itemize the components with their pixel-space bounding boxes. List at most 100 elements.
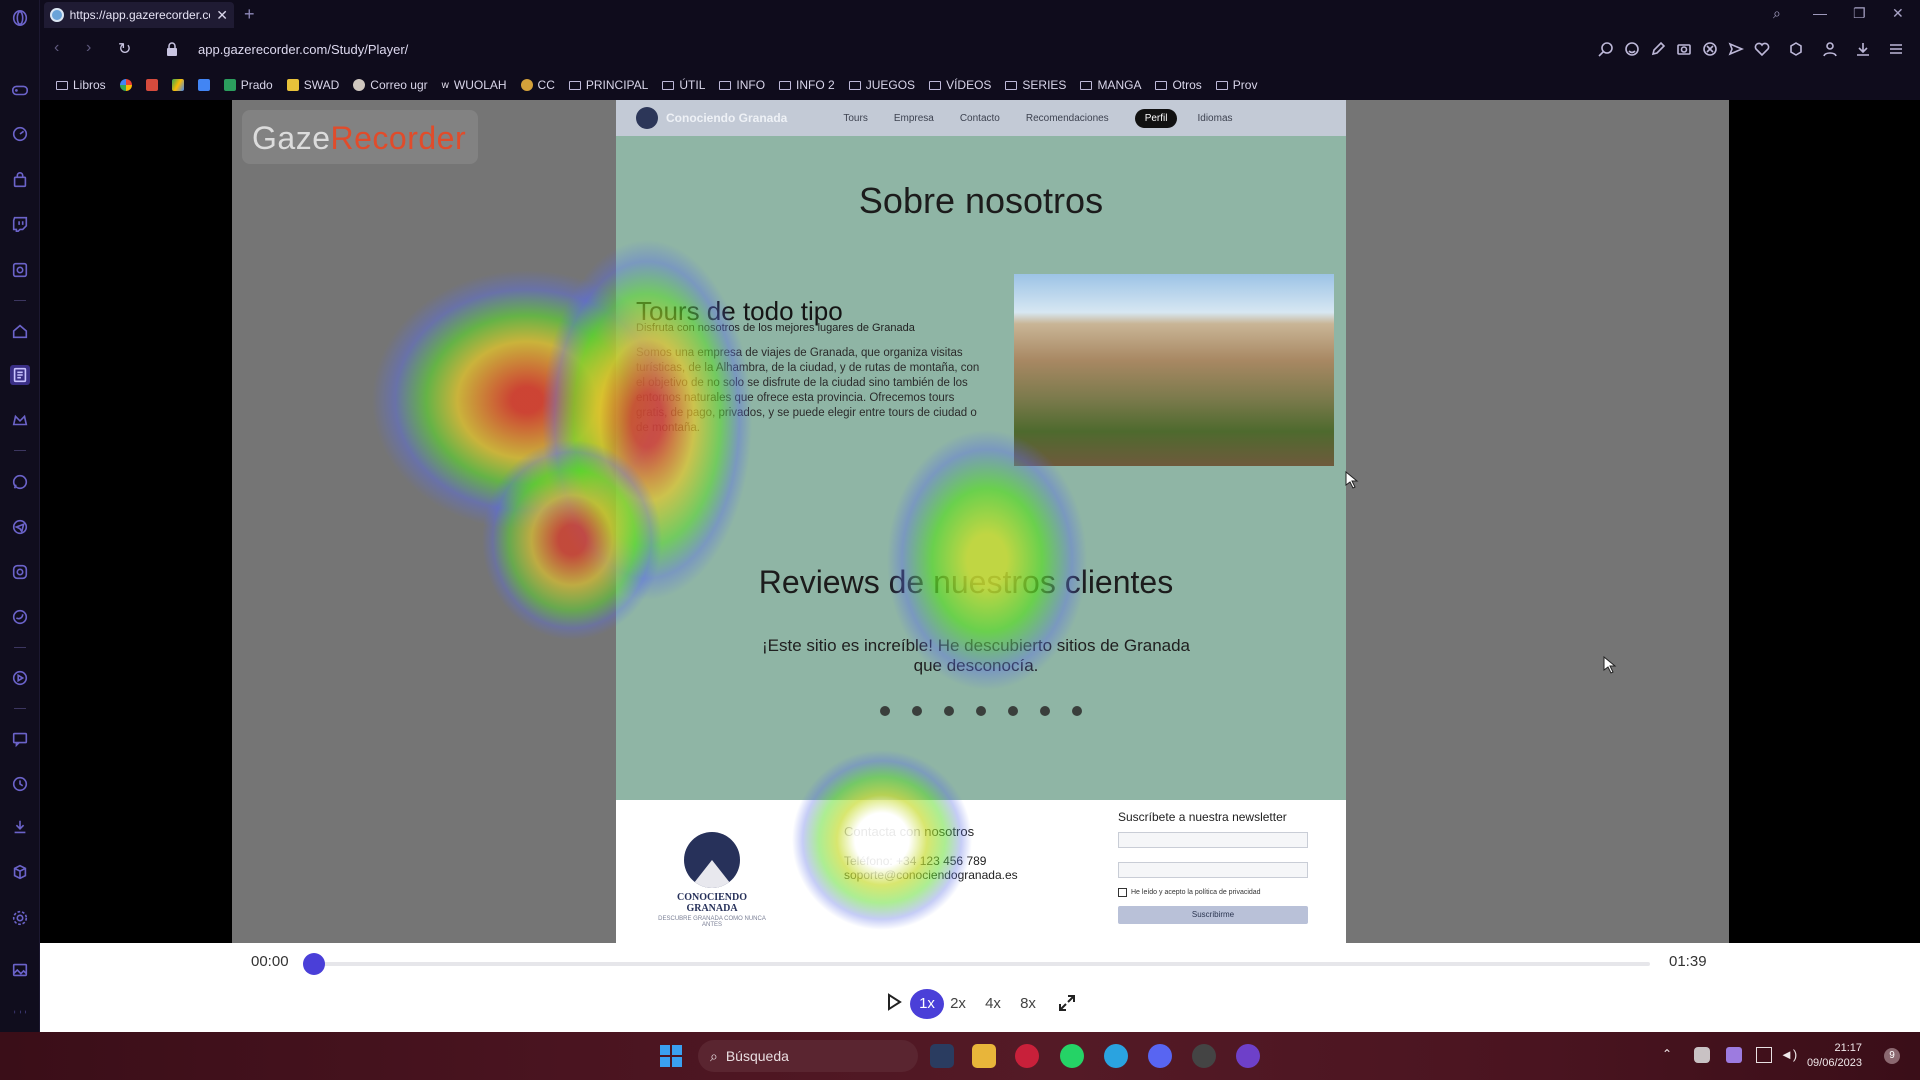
bookmark-prov[interactable]: Prov: [1215, 78, 1257, 92]
tours-subtitle: Disfruta con nosotros de los mejores lug…: [636, 322, 915, 334]
carousel-dot: [912, 706, 922, 716]
search-tabs-icon[interactable]: ⌕: [1773, 5, 1781, 22]
notification-badge[interactable]: 9: [1884, 1048, 1900, 1064]
home-icon[interactable]: [10, 321, 30, 341]
speedometer-icon[interactable]: [10, 124, 30, 144]
url-field[interactable]: app.gazerecorder.com/Study/Player/: [198, 42, 408, 57]
speed-2x-button[interactable]: 2x: [946, 989, 970, 1019]
bookmark-correo-ugr[interactable]: Correo ugr: [353, 78, 428, 92]
discord-tray-icon[interactable]: [1694, 1047, 1710, 1063]
twitter-icon[interactable]: [10, 607, 30, 627]
bookmark-otros[interactable]: Otros: [1155, 78, 1202, 92]
wuolah-icon: w: [441, 79, 449, 91]
play-icon[interactable]: [885, 993, 903, 1011]
profile-icon[interactable]: [1822, 41, 1840, 59]
back-button[interactable]: ‹: [54, 39, 59, 57]
minimize-button[interactable]: —: [1813, 5, 1827, 21]
settings-gear-icon[interactable]: [10, 908, 30, 928]
rail-divider: [14, 300, 26, 301]
telegram-icon[interactable]: [1104, 1044, 1128, 1068]
crown-icon[interactable]: [10, 410, 30, 430]
discord-icon[interactable]: [1148, 1044, 1172, 1068]
obs-icon[interactable]: [1192, 1044, 1216, 1068]
player-widget-icon[interactable]: [10, 260, 30, 280]
folder-icon: [1080, 80, 1093, 90]
speed-4x-button[interactable]: 4x: [981, 989, 1005, 1019]
notes-icon[interactable]: [10, 365, 30, 385]
close-window-button[interactable]: ✕: [1892, 5, 1904, 22]
task-view-icon[interactable]: [930, 1044, 954, 1068]
fullscreen-icon[interactable]: [1058, 994, 1076, 1012]
extensions-icon[interactable]: [1788, 41, 1806, 59]
bookmark-juegos[interactable]: JUEGOS: [848, 78, 915, 92]
network-icon[interactable]: [1756, 1047, 1772, 1063]
pen-tray-icon[interactable]: [1726, 1047, 1742, 1063]
windows-start-icon[interactable]: [660, 1045, 682, 1067]
extensions-cube-icon[interactable]: [10, 862, 30, 882]
bookmark-info-2[interactable]: INFO 2: [779, 78, 835, 92]
bookmark-drive[interactable]: [171, 79, 184, 91]
send-icon[interactable]: [1728, 41, 1746, 59]
bookmark-principal[interactable]: PRINCIPAL: [568, 78, 648, 92]
whatsapp-icon[interactable]: [10, 472, 30, 492]
taskbar-search[interactable]: ⌕ Búsqueda: [698, 1040, 918, 1072]
bookmark-manga[interactable]: MANGA: [1080, 78, 1141, 92]
footer-logo-tagline: DESCUBRE GRANADA COMO NUNCA ANTES: [658, 916, 766, 928]
bookmark-info[interactable]: INFO: [719, 78, 765, 92]
bookmark-google[interactable]: [119, 79, 132, 91]
restore-window-button[interactable]: ❐: [1853, 5, 1866, 22]
download-icon[interactable]: [1855, 41, 1873, 59]
bookmark-gmail[interactable]: [145, 79, 158, 91]
downloads-icon[interactable]: [10, 817, 30, 837]
heart-icon[interactable]: [1754, 41, 1772, 59]
telegram-icon[interactable]: [10, 517, 30, 537]
bookmark-wuolah[interactable]: w WUOLAH: [442, 78, 507, 92]
zoom-icon[interactable]: [1598, 41, 1616, 59]
shopping-bag-icon[interactable]: [10, 170, 30, 190]
gallery-icon[interactable]: [10, 960, 30, 980]
edit-icon[interactable]: [1650, 41, 1668, 59]
github-icon[interactable]: [1236, 1044, 1260, 1068]
twitch-icon[interactable]: [10, 214, 30, 234]
instagram-icon[interactable]: [10, 562, 30, 582]
progress-track[interactable]: [314, 962, 1650, 966]
bookmark-docs[interactable]: [197, 79, 210, 91]
menu-icon[interactable]: [1888, 41, 1906, 59]
chat-icon[interactable]: [10, 729, 30, 749]
speed-1x-button[interactable]: 1x: [910, 989, 944, 1019]
history-clock-icon[interactable]: [10, 774, 30, 794]
bookmark-util[interactable]: ÚTIL: [662, 78, 705, 92]
bookmark-libros[interactable]: Libros: [56, 78, 106, 92]
music-player-icon[interactable]: [10, 668, 30, 688]
bookmark-videos[interactable]: VÍDEOS: [929, 78, 991, 92]
close-tab-icon[interactable]: ✕: [216, 7, 228, 24]
opera-gx-icon[interactable]: [1015, 1044, 1039, 1068]
new-tab-button[interactable]: +: [244, 4, 255, 25]
emoji-icon[interactable]: [1624, 41, 1642, 59]
gamepad-icon[interactable]: [10, 80, 30, 100]
privacy-checkbox: He leído y acepto la política de privaci…: [1118, 888, 1261, 897]
camera-icon[interactable]: [1676, 41, 1694, 59]
bookmark-swad[interactable]: SWAD: [286, 78, 339, 92]
block-icon[interactable]: [1702, 41, 1720, 59]
bookmark-prado[interactable]: Prado: [223, 78, 273, 92]
reload-button[interactable]: ↻: [118, 39, 131, 59]
whatsapp-icon[interactable]: [1060, 1044, 1084, 1068]
progress-thumb[interactable]: [303, 953, 325, 975]
speed-8x-button[interactable]: 8x: [1016, 989, 1040, 1019]
tray-clock[interactable]: 21:17 09/06/2023: [1806, 1041, 1862, 1071]
tab-title: https://app.gazerecorder.co: [69, 8, 211, 22]
folder-icon: [1215, 80, 1228, 90]
volume-icon[interactable]: ◄): [1780, 1047, 1797, 1063]
opera-gx-logo-icon[interactable]: [10, 8, 30, 28]
swad-icon: [286, 79, 299, 91]
show-hidden-icons-icon[interactable]: ⌃: [1662, 1047, 1678, 1063]
more-dots-icon[interactable]: [10, 1002, 30, 1022]
browser-tab[interactable]: https://app.gazerecorder.co ✕: [44, 2, 234, 28]
forward-button[interactable]: ›: [86, 39, 91, 57]
bookmark-series[interactable]: SERIES: [1005, 78, 1066, 92]
carousel-dot: [1008, 706, 1018, 716]
carousel-dots: [880, 706, 1082, 716]
bookmark-cc[interactable]: CC: [520, 78, 555, 92]
file-explorer-icon[interactable]: [972, 1044, 996, 1068]
